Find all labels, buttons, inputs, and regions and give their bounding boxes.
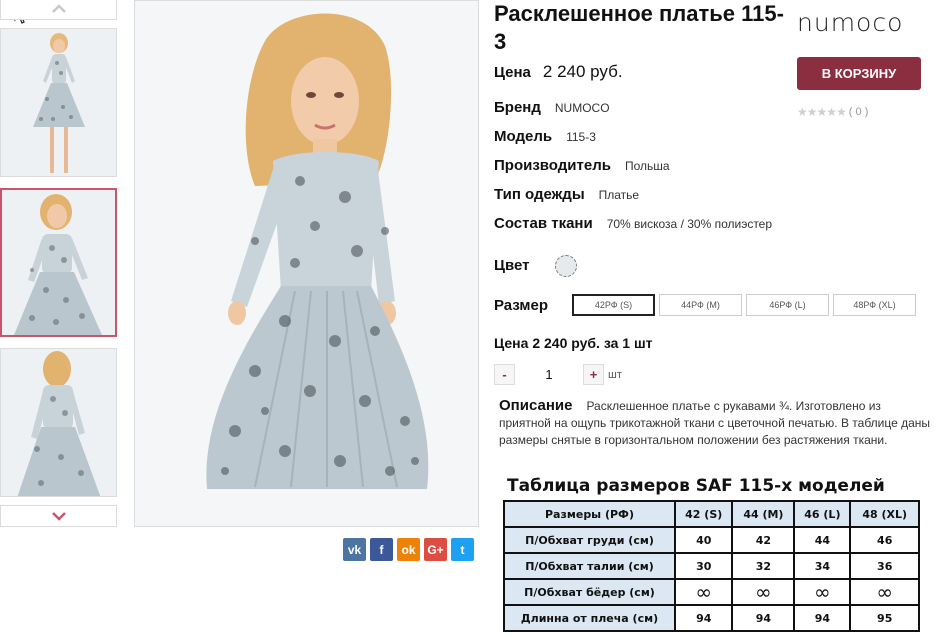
size-label: Размер xyxy=(494,297,549,314)
table-cell: 94 xyxy=(793,604,852,632)
spec-row-clothing-type: Тип одежды Платье xyxy=(494,186,639,203)
spec-label: Тип одежды xyxy=(494,186,585,203)
table-row: П/Обхват талии (см) 30 32 34 36 xyxy=(503,552,920,580)
table-row: П/Обхват груди (см) 40 42 44 46 xyxy=(503,526,920,554)
thumbnail-front[interactable] xyxy=(0,28,117,177)
table-header-row: Размеры (РФ) 42 (S) 44 (M) 46 (L) 48 (XL… xyxy=(503,500,920,528)
table-header-cell: Размеры (РФ) xyxy=(503,500,676,528)
table-row: Длинна от плеча (см) 94 94 94 95 xyxy=(503,604,920,632)
price-label: Цена xyxy=(494,64,531,81)
main-product-image[interactable] xyxy=(134,0,479,527)
dress-photo-back xyxy=(1,349,116,496)
unit-price: Цена 2 240 руб. за 1 шт xyxy=(494,335,653,351)
product-description: Описание Расклешенное платье с рукавами ¾… xyxy=(499,397,931,449)
table-row: П/Обхват бёдер (см) ∞ ∞ ∞ ∞ xyxy=(503,578,920,606)
odnoklassniki-share-icon[interactable]: ok xyxy=(397,538,420,561)
thumbnail-scroll-up-button[interactable] xyxy=(0,0,117,20)
chevron-up-icon xyxy=(51,3,66,13)
vk-share-icon[interactable]: vk xyxy=(343,538,366,561)
facebook-share-icon[interactable]: f xyxy=(370,538,393,561)
size-option-46[interactable]: 46РФ (L) xyxy=(746,294,829,316)
thumbnail-back[interactable] xyxy=(0,348,117,497)
table-cell: 46 xyxy=(849,526,920,554)
table-row-header: П/Обхват бёдер (см) xyxy=(503,578,676,606)
quantity-stepper: - 1 + шт xyxy=(494,364,622,385)
quantity-increase-button[interactable]: + xyxy=(583,364,604,385)
spec-value: 115-3 xyxy=(566,130,596,144)
rating-count: ( 0 ) xyxy=(848,106,869,118)
dress-photo-front xyxy=(1,29,116,176)
spec-value: Польша xyxy=(624,159,670,173)
table-header-cell: 48 (XL) xyxy=(849,500,920,528)
thumbnail-gallery xyxy=(0,0,118,637)
table-cell: 32 xyxy=(731,552,796,580)
table-header-cell: 44 (M) xyxy=(731,500,796,528)
dress-photo-front-close xyxy=(2,190,115,335)
table-cell: ∞ xyxy=(673,578,734,606)
product-rating[interactable]: ★★★★★ ( 0 ) xyxy=(797,105,868,119)
table-cell: 36 xyxy=(849,552,920,580)
quantity-decrease-button[interactable]: - xyxy=(494,364,515,385)
social-share-bar: vk f ok G+ t xyxy=(343,538,474,561)
table-cell: ∞ xyxy=(731,578,796,606)
table-cell: 94 xyxy=(731,604,796,632)
thumbnail-front-close[interactable] xyxy=(0,188,117,337)
price-value: 2 240 руб. xyxy=(542,62,623,81)
spec-label: Модель xyxy=(494,128,553,145)
size-option-42[interactable]: 42РФ (S) xyxy=(572,294,655,316)
product-title: Расклешенное платье 115-3 xyxy=(494,1,784,54)
chevron-down-icon xyxy=(51,512,66,521)
spec-value: NUMOCO xyxy=(554,101,610,115)
dress-photo-main xyxy=(135,1,478,526)
twitter-share-icon[interactable]: t xyxy=(451,538,474,561)
size-option-44[interactable]: 44РФ (M) xyxy=(659,294,742,316)
rating-stars-icon[interactable]: ★★★★★ xyxy=(797,105,847,119)
price-row: Цена 2 240 руб. xyxy=(494,62,623,82)
table-header-cell: 42 (S) xyxy=(673,500,734,528)
spec-row-manufacturer: Производитель Польша xyxy=(494,157,670,174)
google-plus-share-icon[interactable]: G+ xyxy=(424,538,447,561)
spec-label: Производитель xyxy=(494,157,611,174)
table-cell: 94 xyxy=(673,604,734,632)
brand-logo[interactable]: NUMOCO xyxy=(797,8,903,37)
size-options: 42РФ (S) 44РФ (M) 46РФ (L) 48РФ (XL) xyxy=(572,294,916,316)
spec-label: Бренд xyxy=(494,99,541,116)
description-label: Описание xyxy=(499,397,573,414)
add-to-cart-button[interactable]: В КОРЗИНУ xyxy=(797,57,921,90)
size-option-48[interactable]: 48РФ (XL) xyxy=(833,294,916,316)
size-table: Размеры (РФ) 42 (S) 44 (M) 46 (L) 48 (XL… xyxy=(503,500,920,632)
quantity-unit: шт xyxy=(608,368,622,381)
table-row-header: П/Обхват груди (см) xyxy=(503,526,676,554)
table-row-header: Длинна от плеча (см) xyxy=(503,604,676,632)
spec-row-brand: Бренд NUMOCO xyxy=(494,99,610,116)
table-cell: 44 xyxy=(793,526,852,554)
color-row: Цвет xyxy=(494,257,529,274)
table-cell: 34 xyxy=(793,552,852,580)
thumbnail-scroll-down-button[interactable] xyxy=(0,505,117,527)
table-cell: ∞ xyxy=(849,578,920,606)
table-cell: 30 xyxy=(673,552,734,580)
table-cell: 95 xyxy=(849,604,920,632)
size-row: Размер xyxy=(494,297,548,314)
table-cell: 42 xyxy=(731,526,796,554)
table-cell: 40 xyxy=(673,526,734,554)
quantity-input[interactable]: 1 xyxy=(515,367,583,382)
spec-label: Состав ткани xyxy=(494,215,593,232)
color-label: Цвет xyxy=(494,257,530,274)
color-swatch[interactable] xyxy=(555,255,577,277)
spec-value: Платье xyxy=(598,188,640,202)
table-cell: ∞ xyxy=(793,578,852,606)
table-row-header: П/Обхват талии (см) xyxy=(503,552,676,580)
spec-value: 70% вискоза / 30% полиэстер xyxy=(606,217,773,231)
table-header-cell: 46 (L) xyxy=(793,500,852,528)
spec-row-model: Модель 115-3 xyxy=(494,128,596,145)
spec-row-fabric: Состав ткани 70% вискоза / 30% полиэстер xyxy=(494,215,772,232)
size-table-title: Таблица размеров SAF 115-х моделей xyxy=(507,476,885,496)
